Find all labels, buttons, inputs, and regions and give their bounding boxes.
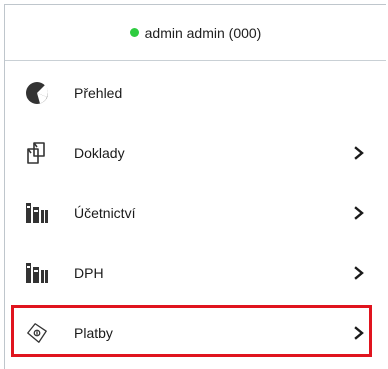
sidebar-item-ucetnictvi[interactable]: Účetnictví [5,183,387,243]
chevron-right-icon [353,205,365,221]
sidebar-panel: admin admin (000) Přehled Doklady Účetni… [4,4,386,369]
online-status-dot [129,28,139,37]
sidebar-item-platby[interactable]: Platby [5,303,387,363]
sidebar-item-label: Přehled [74,85,123,101]
sidebar-item-label: Účetnictví [74,205,136,221]
documents-icon [25,141,49,165]
sidebar-item-doklady[interactable]: Doklady [5,123,387,183]
chevron-right-icon [353,325,365,341]
pie-chart-icon [25,81,49,105]
sidebar-item-label: Platby [74,325,113,341]
books-icon [25,201,49,225]
books-icon [25,261,49,285]
sidebar-item-label: DPH [74,265,104,281]
user-status-bar[interactable]: admin admin (000) [5,5,386,61]
sidebar-item-label: Doklady [74,145,125,161]
chevron-right-icon [353,265,365,281]
sidebar-item-dph[interactable]: DPH [5,243,387,303]
user-name-label: admin admin (000) [144,24,262,41]
payment-icon [25,321,49,345]
chevron-right-icon [353,145,365,161]
sidebar-item-prehled[interactable]: Přehled [5,63,387,123]
